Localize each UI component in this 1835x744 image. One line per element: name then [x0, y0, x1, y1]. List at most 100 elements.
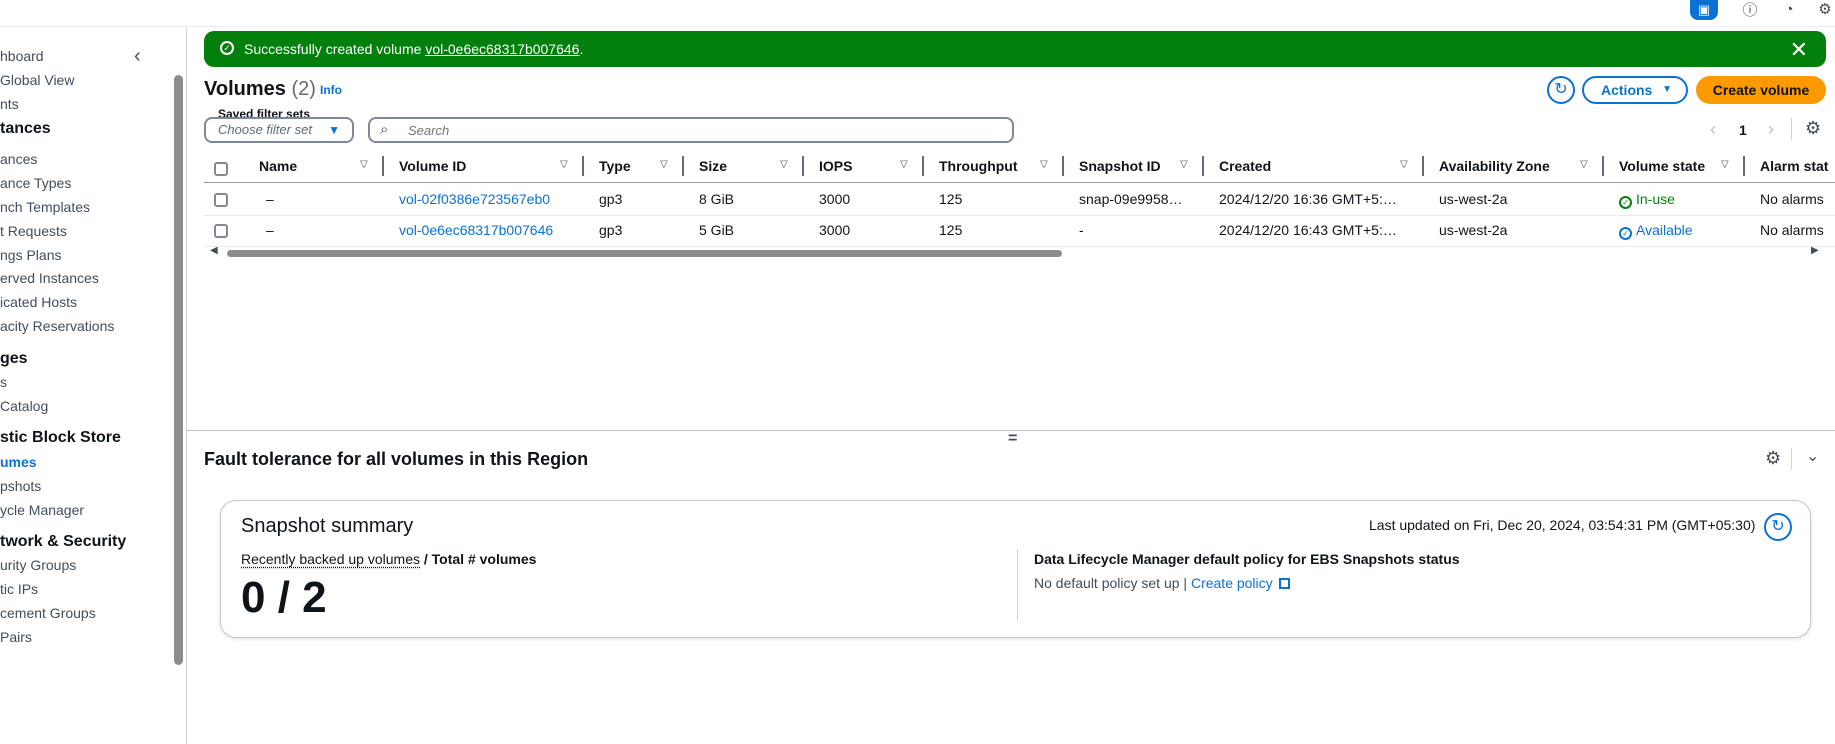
column-resizer[interactable]: [922, 156, 924, 176]
column-header-created[interactable]: Created: [1219, 158, 1271, 174]
column-resizer[interactable]: [802, 156, 804, 176]
scroll-right-icon[interactable]: ▶: [1811, 245, 1819, 256]
sort-icon[interactable]: ▽: [1580, 159, 1588, 170]
sort-icon[interactable]: ▽: [1180, 159, 1188, 170]
sort-icon[interactable]: ▽: [780, 159, 788, 170]
sidebar-item[interactable]: ances: [0, 151, 37, 167]
column-resizer[interactable]: [382, 156, 384, 176]
cell-volume-state: ✓ Available: [1619, 222, 1693, 240]
sort-icon[interactable]: ▽: [1040, 159, 1048, 170]
success-flash-banner: ✓ Successfully created volume vol-0e6ec6…: [204, 31, 1826, 67]
column-header-availability-zone[interactable]: Availability Zone: [1439, 158, 1550, 174]
snapshot-summary-title: Snapshot summary: [241, 515, 414, 537]
sort-icon[interactable]: ▽: [900, 159, 908, 170]
sidebar-item[interactable]: acity Reservations: [0, 318, 114, 334]
snapshot-summary-card: Snapshot summary Last updated on Fri, De…: [220, 500, 1811, 638]
column-header-throughput[interactable]: Throughput: [939, 158, 1018, 174]
settings-icon[interactable]: ⚙: [1812, 0, 1835, 18]
select-all-checkbox[interactable]: [214, 162, 228, 176]
refresh-button[interactable]: ↻: [1547, 76, 1575, 104]
sort-icon[interactable]: ▽: [560, 159, 568, 170]
gear-icon[interactable]: ⚙: [1765, 448, 1781, 469]
sidebar-item[interactable]: ycle Manager: [0, 502, 84, 518]
flash-suffix: .: [579, 41, 584, 57]
status-check-icon: ✓: [1619, 196, 1632, 209]
row-checkbox[interactable]: [214, 224, 228, 238]
pagination-page[interactable]: 1: [1739, 122, 1747, 138]
sidebar-item[interactable]: ngs Plans: [0, 247, 61, 263]
notifications-icon[interactable]: ◔: [1776, 0, 1802, 18]
column-header-type[interactable]: Type: [599, 158, 631, 174]
refresh-button[interactable]: ↻: [1764, 513, 1792, 541]
flash-volume-link[interactable]: vol-0e6ec68317b007646: [425, 41, 579, 57]
column-resizer[interactable]: [1062, 156, 1064, 176]
sidebar-item[interactable]: s: [0, 374, 7, 390]
column-resizer[interactable]: [1422, 156, 1424, 176]
sidebar-item[interactable]: Pairs: [0, 629, 32, 645]
scroll-left-icon[interactable]: ◀: [210, 245, 218, 256]
sidebar-section-heading: ges: [0, 350, 28, 367]
cell-volume-state: ✓ In-use: [1619, 191, 1675, 209]
column-header-volume-id[interactable]: Volume ID: [399, 158, 466, 174]
collapse-sidebar-icon[interactable]: ‹: [134, 45, 141, 68]
sidebar-item[interactable]: Global View: [0, 72, 74, 88]
divider: [1791, 448, 1792, 470]
close-icon[interactable]: ✕: [1790, 37, 1808, 63]
row-checkbox[interactable]: [214, 193, 228, 207]
sidebar-item[interactable]: nts: [0, 96, 19, 112]
dlm-status-text: No default policy set up |: [1034, 575, 1191, 591]
create-policy-link[interactable]: Create policy: [1191, 575, 1273, 591]
sidebar-item[interactable]: urity Groups: [0, 557, 76, 573]
sort-icon[interactable]: ▽: [1400, 159, 1408, 170]
cell-volume-id[interactable]: vol-0e6ec68317b007646: [399, 222, 553, 238]
sidebar-item[interactable]: tic IPs: [0, 581, 38, 597]
column-resizer[interactable]: [682, 156, 684, 176]
column-header-alarm-status[interactable]: Alarm stat: [1760, 158, 1828, 174]
cell-alarm-status: No alarms: [1760, 222, 1824, 238]
info-link[interactable]: Info: [320, 83, 342, 97]
sidebar-item[interactable]: erved Instances: [0, 270, 99, 286]
cell-snapshot-id: snap-09e9958…: [1079, 191, 1183, 207]
column-header-name[interactable]: Name: [259, 158, 297, 174]
sort-icon[interactable]: ▽: [660, 159, 668, 170]
column-resizer[interactable]: [582, 156, 584, 176]
search-icon: ⌕: [380, 121, 389, 138]
sidebar-item[interactable]: ance Types: [0, 175, 71, 191]
cloudshell-icon[interactable]: ▣: [1690, 0, 1718, 20]
search-box[interactable]: ⌕: [368, 117, 1014, 143]
drag-handle-icon[interactable]: =: [1008, 430, 1017, 448]
sidebar-item[interactable]: nch Templates: [0, 199, 90, 215]
horizontal-scrollbar[interactable]: [227, 250, 1062, 257]
sort-icon[interactable]: ▽: [360, 159, 368, 170]
sidebar-item[interactable]: umes: [0, 454, 37, 470]
sidebar-item[interactable]: Catalog: [0, 398, 48, 414]
cell-volume-id[interactable]: vol-02f0386e723567eb0: [399, 191, 550, 207]
sidebar-item[interactable]: t Requests: [0, 223, 67, 239]
search-input[interactable]: [406, 122, 1000, 139]
column-header-iops[interactable]: IOPS: [819, 158, 852, 174]
sort-icon[interactable]: ▽: [1721, 159, 1729, 170]
pagination-prev-icon[interactable]: ‹: [1710, 119, 1716, 140]
actions-button[interactable]: Actions ▼: [1582, 76, 1688, 104]
create-volume-button[interactable]: Create volume: [1696, 76, 1826, 104]
column-resizer[interactable]: [1743, 156, 1745, 176]
pagination-next-icon[interactable]: ›: [1768, 119, 1774, 140]
column-resizer[interactable]: [1202, 156, 1204, 176]
saved-filter-select[interactable]: Choose filter set ▼: [204, 117, 354, 143]
cell-size: 8 GiB: [699, 191, 735, 207]
info-icon[interactable]: ⓘ: [1737, 0, 1763, 19]
sidebar-item[interactable]: icated Hosts: [0, 294, 77, 310]
column-resizer[interactable]: [1602, 156, 1604, 176]
column-header-volume-state[interactable]: Volume state: [1619, 158, 1705, 174]
sidebar-scrollbar[interactable]: [174, 75, 183, 665]
sidebar-item[interactable]: pshots: [0, 478, 41, 494]
row-divider: [204, 215, 1835, 216]
sidebar-item[interactable]: cement Groups: [0, 605, 96, 621]
saved-filter-placeholder: Choose filter set: [218, 122, 312, 137]
gear-icon[interactable]: ⚙: [1805, 118, 1821, 139]
sidebar-item[interactable]: hboard: [0, 48, 44, 64]
column-header-size[interactable]: Size: [699, 158, 727, 174]
recently-backed-up-link[interactable]: Recently backed up volumes: [241, 551, 420, 567]
column-header-snapshot-id[interactable]: Snapshot ID: [1079, 158, 1161, 174]
chevron-down-icon[interactable]: ⌄: [1806, 446, 1819, 466]
